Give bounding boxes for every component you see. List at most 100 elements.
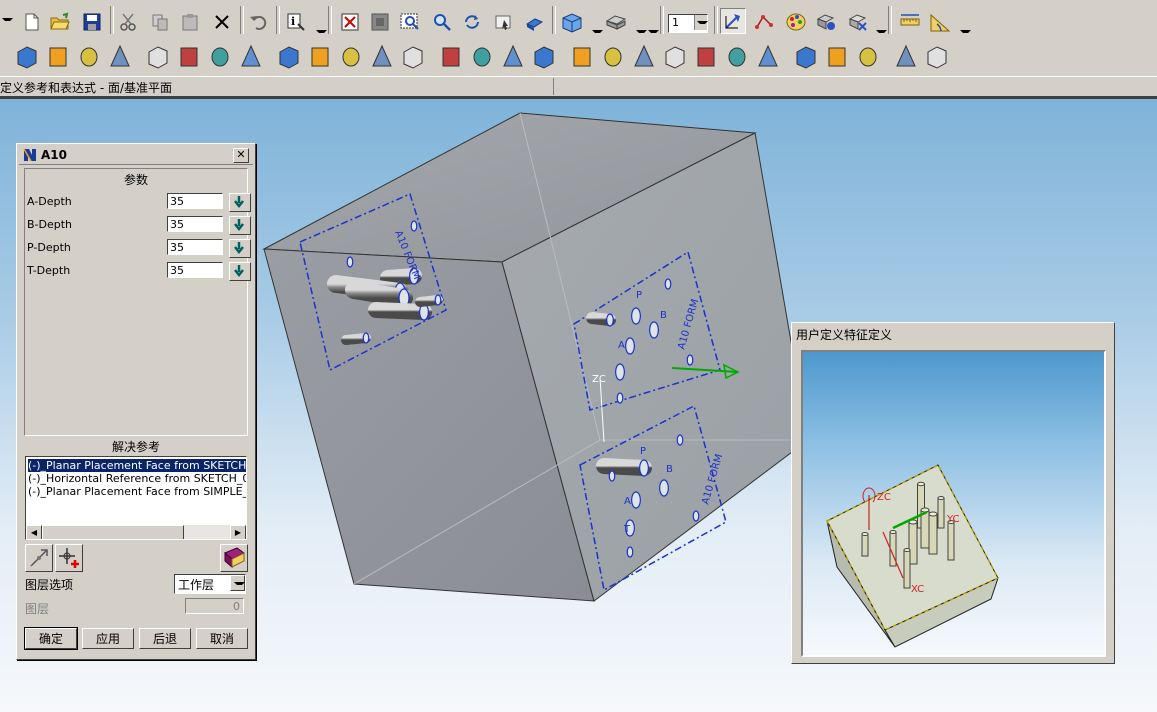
color-palette-icon[interactable] xyxy=(784,10,808,34)
close-icon[interactable]: ✕ xyxy=(233,148,249,163)
measure-angle-icon[interactable] xyxy=(928,10,952,34)
chevron-down-icon[interactable] xyxy=(694,15,708,30)
reverse-direction-icon xyxy=(30,549,48,567)
snap-point-icon[interactable] xyxy=(752,10,776,34)
paste-icon[interactable] xyxy=(178,10,202,34)
extrude-icon[interactable] xyxy=(148,46,168,69)
groove-icon[interactable] xyxy=(634,44,654,67)
param-input[interactable]: 35 xyxy=(167,239,223,255)
line-icon[interactable] xyxy=(796,46,816,69)
scroll-thumb[interactable] xyxy=(42,525,184,539)
hide-show-icon[interactable] xyxy=(846,10,870,34)
dialog-title-bar[interactable]: A10 ✕ xyxy=(19,146,253,165)
apply-button[interactable]: 应用 xyxy=(82,628,134,649)
arc-icon[interactable] xyxy=(828,47,846,67)
curve-icon[interactable] xyxy=(110,44,130,67)
datum-csys-icon[interactable] xyxy=(311,47,329,67)
scroll-left-icon[interactable]: ◀ xyxy=(26,525,42,539)
toolbar-separator xyxy=(276,6,280,34)
thread-icon[interactable] xyxy=(665,46,685,69)
layer-option-select[interactable]: 工作层 xyxy=(174,574,246,594)
pin xyxy=(661,434,685,446)
pad-icon[interactable] xyxy=(573,47,591,67)
pin xyxy=(605,546,635,558)
param-menu-button[interactable] xyxy=(229,216,251,235)
ok-button[interactable]: 确定 xyxy=(24,627,78,650)
revolve-icon[interactable] xyxy=(180,47,198,67)
list-item[interactable]: (-)_Planar Placement Face from SIMPLE_HO… xyxy=(28,485,246,498)
horizontal-scrollbar[interactable]: ◀ ▶ xyxy=(26,525,246,539)
shell-icon[interactable] xyxy=(758,44,778,67)
spline-icon[interactable] xyxy=(859,47,877,67)
chevron-down-icon[interactable] xyxy=(230,575,245,591)
block-icon[interactable] xyxy=(241,44,261,67)
param-input[interactable]: 35 xyxy=(167,193,223,209)
open-folder-icon[interactable] xyxy=(48,10,72,34)
measure-distance-icon[interactable] xyxy=(898,10,922,34)
hole-icon[interactable] xyxy=(473,47,491,67)
chamfer-icon[interactable] xyxy=(728,47,746,67)
face-icon[interactable] xyxy=(927,46,947,69)
information-button[interactable] xyxy=(220,544,248,572)
param-menu-button[interactable] xyxy=(229,239,251,258)
zoom-area-icon[interactable] xyxy=(368,10,392,34)
param-label: B-Depth xyxy=(27,218,73,231)
box-icon[interactable] xyxy=(342,47,360,67)
zoom-window-icon[interactable] xyxy=(398,10,422,34)
perspective-icon[interactable] xyxy=(522,10,546,34)
pin xyxy=(595,392,625,404)
book-icon[interactable] xyxy=(17,46,37,69)
new-file-icon[interactable] xyxy=(20,10,44,34)
zoom-level-select[interactable]: 1 xyxy=(668,14,708,33)
dropdown-arrow-icon[interactable] xyxy=(636,30,647,36)
save-icon[interactable] xyxy=(80,10,104,34)
dropdown-arrow-icon[interactable] xyxy=(960,30,971,36)
reverse-direction-button[interactable] xyxy=(25,544,53,572)
delete-icon[interactable] xyxy=(210,10,234,34)
feature-icon[interactable] xyxy=(49,47,67,67)
dropdown-arrow-icon[interactable] xyxy=(648,30,659,36)
blend-icon[interactable] xyxy=(697,47,715,67)
fit-view-icon[interactable] xyxy=(338,10,362,34)
dropdown-arrow-icon[interactable] xyxy=(592,30,603,36)
references-list[interactable]: (-)_Planar Placement Face from SKETCH_00… xyxy=(25,456,247,540)
sphere-icon[interactable] xyxy=(442,47,460,67)
back-button[interactable]: 后退 xyxy=(139,628,191,649)
shaded-view-icon[interactable] xyxy=(560,10,584,34)
wireframe-view-icon[interactable] xyxy=(604,10,628,34)
param-input[interactable]: 35 xyxy=(167,216,223,232)
boolean-unite-icon[interactable] xyxy=(403,46,423,69)
boss-icon[interactable] xyxy=(503,44,523,67)
information-icon[interactable]: i xyxy=(284,10,308,34)
param-menu-button[interactable] xyxy=(229,262,251,281)
rotate-icon[interactable] xyxy=(460,10,484,34)
dropdown-arrow-icon[interactable] xyxy=(2,18,13,24)
cancel-button[interactable]: 取消 xyxy=(196,628,248,649)
dropdown-arrow-icon[interactable] xyxy=(316,30,327,36)
dropdown-arrow-icon[interactable] xyxy=(876,30,887,36)
add-reference-button[interactable] xyxy=(55,544,83,572)
extrude-solid-icon[interactable] xyxy=(211,47,229,67)
copy-icon[interactable] xyxy=(148,10,172,34)
cut-icon[interactable] xyxy=(116,10,140,34)
cylinder-icon[interactable] xyxy=(279,46,299,69)
scroll-right-icon[interactable]: ▶ xyxy=(230,525,246,539)
preview-graphics: ZC YC XC xyxy=(801,350,1106,657)
zoom-icon[interactable] xyxy=(430,10,454,34)
param-label: T-Depth xyxy=(27,264,71,277)
list-item[interactable]: (-)_Horizontal Reference from SKETCH_000… xyxy=(28,472,246,485)
selection-arrow-icon[interactable] xyxy=(720,8,746,34)
param-menu-button[interactable] xyxy=(229,193,251,212)
edit-display-icon[interactable] xyxy=(814,10,838,34)
list-item[interactable]: (-)_Planar Placement Face from SKETCH_00… xyxy=(28,459,246,472)
param-input[interactable]: 35 xyxy=(167,262,223,278)
cone-icon[interactable] xyxy=(372,44,392,67)
slot-icon[interactable] xyxy=(604,47,622,67)
undo-icon[interactable] xyxy=(246,10,270,34)
pan-icon[interactable] xyxy=(492,10,516,34)
point-icon[interactable] xyxy=(896,44,916,67)
pocket-icon[interactable] xyxy=(534,46,554,69)
sketch-icon[interactable] xyxy=(80,47,98,67)
toolbar-separator xyxy=(240,6,244,34)
preview-model: ZC YC XC xyxy=(825,463,1000,648)
